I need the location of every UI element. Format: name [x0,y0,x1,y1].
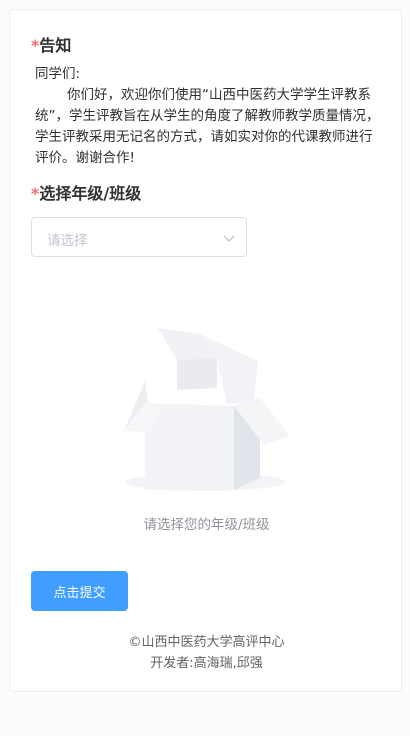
grade-class-select[interactable]: 请选择 [31,217,247,257]
notice-heading: *告知 [31,32,71,56]
empty-box-icon [124,328,290,491]
evaluation-card: *告知 同学们: 你们好，欢迎你们使用“山西中医药大学学生评教系统”，学生评教旨… [9,9,402,692]
notice-title: 告知 [39,36,72,55]
developers-text: 开发者:高海瑞,邱强 [150,656,263,671]
footer: ©山西中医药大学高评中心 开发者:高海瑞,邱强 [10,632,403,674]
empty-state-text: 请选择您的年级/班级 [143,517,270,533]
notice-text: 同学们: 你们好，欢迎你们使用“山西中医药大学学生评教系统”，学生评教旨在从学生… [35,64,380,169]
submit-button[interactable]: 点击提交 [31,571,128,611]
notice-body: 你们好，欢迎你们使用“山西中医药大学学生评教系统”，学生评教旨在从学生的角度了解… [35,87,380,166]
notice-greeting: 同学们: [35,66,81,82]
grade-select-title: 选择年级/班级 [39,184,142,203]
chevron-down-icon [223,235,235,242]
grade-select-heading: *选择年级/班级 [31,180,141,204]
select-placeholder: 请选择 [47,233,88,249]
copyright-text: ©山西中医药大学高评中心 [128,635,285,650]
